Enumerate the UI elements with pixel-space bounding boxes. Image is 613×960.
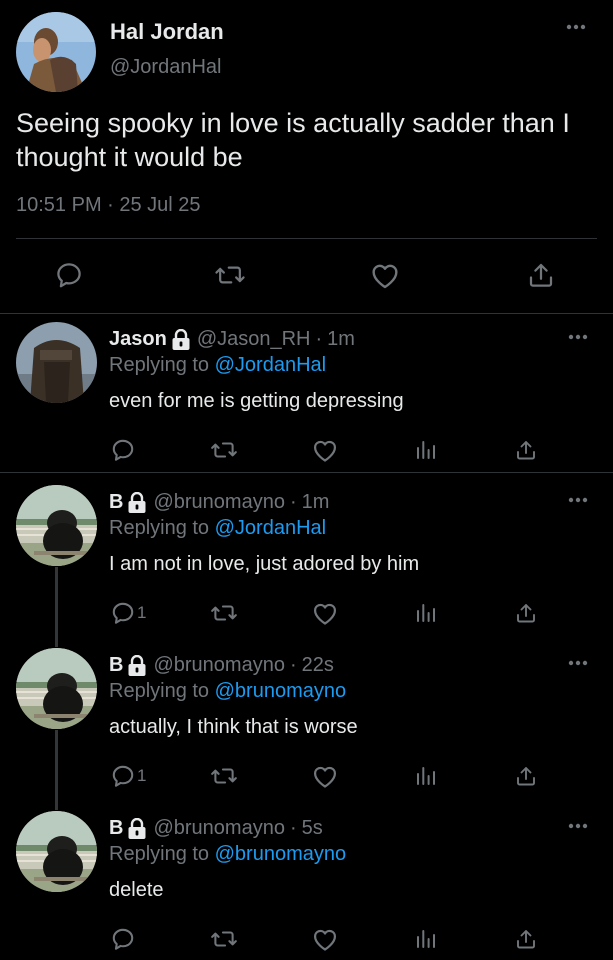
reply-icon[interactable] [52, 258, 86, 292]
retweet-icon[interactable] [210, 764, 238, 788]
reply-author-name[interactable]: B [109, 491, 123, 514]
more-options-icon[interactable] [568, 660, 588, 666]
reply-author-name[interactable]: Jason [109, 328, 167, 351]
replying-to: Replying to @brunomayno [109, 680, 346, 703]
separator-dot: · [289, 491, 297, 513]
analytics-icon[interactable] [414, 438, 438, 462]
reply-header: Jason @Jason_RH · 1m [109, 328, 355, 351]
reply-header: B @brunomayno · 1m [109, 491, 329, 514]
share-icon[interactable] [514, 927, 538, 951]
author-handle[interactable]: @JordanHal [110, 56, 221, 79]
separator-dot: · [289, 817, 297, 839]
reply-tweet[interactable]: B @brunomayno · 5s Replying to @brunomay… [0, 803, 613, 960]
avatar[interactable] [16, 12, 96, 92]
avatar[interactable] [16, 485, 97, 566]
author-name[interactable]: Hal Jordan [110, 19, 224, 45]
share-icon[interactable] [514, 764, 538, 788]
replying-to: Replying to @JordanHal [109, 517, 326, 540]
divider [16, 238, 597, 239]
replying-to: Replying to @brunomayno [109, 843, 346, 866]
tweet-thread-page: Hal Jordan @JordanHal Seeing spooky in l… [0, 0, 613, 960]
replying-to: Replying to @JordanHal [109, 354, 326, 377]
share-icon[interactable] [514, 438, 538, 462]
reply-time[interactable]: 5s [302, 817, 323, 840]
analytics-icon[interactable] [414, 764, 438, 788]
reply-icon[interactable] [110, 927, 137, 951]
retweet-icon[interactable] [213, 258, 247, 292]
more-options-icon[interactable] [568, 497, 588, 503]
reply-author-handle[interactable]: @brunomayno [153, 817, 284, 840]
replying-to-label: Replying to [109, 517, 210, 539]
more-options-icon[interactable] [568, 823, 588, 829]
like-icon[interactable] [311, 927, 339, 951]
main-tweet[interactable]: Hal Jordan @JordanHal Seeing spooky in l… [0, 0, 613, 314]
replying-to-label: Replying to [109, 680, 210, 702]
replying-to-label: Replying to [109, 354, 210, 376]
reply-author-handle[interactable]: @Jason_RH [197, 328, 311, 351]
reply-time[interactable]: 1m [302, 491, 330, 514]
retweet-icon[interactable] [210, 438, 238, 462]
reply-author-name[interactable]: B [109, 817, 123, 840]
avatar[interactable] [16, 811, 97, 892]
reply-text: I am not in love, just adored by him [109, 553, 420, 575]
replying-to-label: Replying to [109, 843, 210, 865]
avatar[interactable] [16, 648, 97, 729]
lock-icon [171, 328, 191, 351]
reply-header: B @brunomayno · 22s [109, 654, 334, 677]
separator-dot: · [289, 654, 297, 676]
analytics-icon[interactable] [414, 601, 438, 625]
lock-icon [127, 654, 147, 677]
replying-to-mention[interactable]: @JordanHal [215, 354, 326, 376]
lock-icon [127, 491, 147, 514]
reply-text: even for me is getting depressing [109, 390, 404, 412]
replying-to-mention[interactable]: @brunomayno [215, 680, 346, 702]
replying-to-mention[interactable]: @JordanHal [215, 517, 326, 539]
reply-time[interactable]: 1m [327, 328, 355, 351]
share-icon[interactable] [524, 258, 558, 292]
like-icon[interactable] [311, 438, 339, 462]
reply-author-name[interactable]: B [109, 654, 123, 677]
retweet-icon[interactable] [210, 927, 238, 951]
avatar[interactable] [16, 322, 97, 403]
like-icon[interactable] [368, 258, 402, 292]
lock-icon [127, 817, 147, 840]
like-icon[interactable] [311, 764, 339, 788]
separator-dot: · [315, 328, 323, 350]
like-icon[interactable] [311, 601, 339, 625]
reply-author-handle[interactable]: @brunomayno [153, 654, 284, 677]
reply-count: 1 [137, 603, 147, 622]
reply-text: delete [109, 879, 164, 901]
more-options-icon[interactable] [566, 24, 586, 30]
divider [0, 472, 613, 473]
replying-to-mention[interactable]: @brunomayno [215, 843, 346, 865]
share-icon[interactable] [514, 601, 538, 625]
retweet-icon[interactable] [210, 601, 238, 625]
analytics-icon[interactable] [414, 927, 438, 951]
reply-icon[interactable] [110, 438, 137, 462]
reply-text: actually, I think that is worse [109, 716, 358, 738]
reply-icon[interactable]: 1 [110, 601, 146, 625]
reply-author-handle[interactable]: @brunomayno [153, 491, 284, 514]
reply-tweet[interactable]: B @brunomayno · 22s Replying to @brunoma… [0, 640, 613, 803]
tweet-timestamp[interactable]: 10:51 PM · 25 Jul 25 [16, 194, 201, 217]
reply-count: 1 [137, 766, 147, 785]
reply-tweet[interactable]: Jason @Jason_RH · 1m Replying to @Jordan… [0, 314, 613, 472]
reply-time[interactable]: 22s [302, 654, 334, 677]
reply-icon[interactable]: 1 [110, 764, 146, 788]
tweet-text: Seeing spooky in love is actually sadder… [16, 108, 570, 172]
more-options-icon[interactable] [568, 334, 588, 340]
reply-header: B @brunomayno · 5s [109, 817, 323, 840]
reply-tweet[interactable]: B @brunomayno · 1m Replying to @JordanHa… [0, 477, 613, 640]
